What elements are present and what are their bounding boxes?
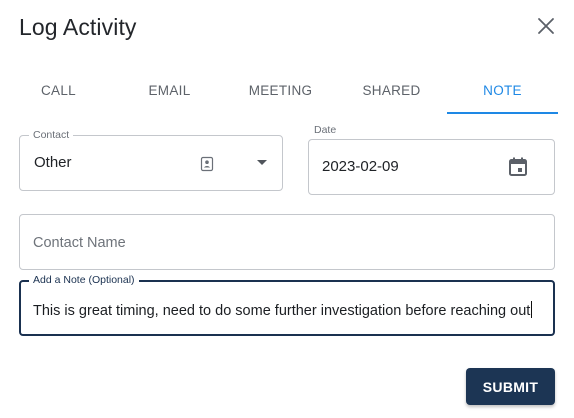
- close-button[interactable]: [533, 13, 559, 39]
- tab-call[interactable]: CALL: [3, 75, 114, 115]
- note-value: This is great timing, need to do some fu…: [33, 301, 533, 319]
- chevron-down-icon[interactable]: [257, 160, 267, 165]
- tab-meeting[interactable]: MEETING: [225, 75, 336, 115]
- contact-label: Contact: [29, 128, 74, 142]
- date-field[interactable]: 2023-02-09: [308, 139, 555, 195]
- tab-note[interactable]: NOTE: [447, 75, 558, 115]
- date-label: Date: [314, 124, 337, 136]
- note-text: This is great timing, need to do some fu…: [33, 303, 531, 319]
- activity-type-tabs: CALL EMAIL MEETING SHARED NOTE: [3, 75, 558, 115]
- close-icon: [538, 18, 554, 34]
- submit-button[interactable]: SUBMIT: [466, 368, 555, 405]
- note-label: Add a Note (Optional): [29, 273, 139, 287]
- contact-card-icon: [200, 156, 214, 172]
- date-value: 2023-02-09: [322, 158, 399, 175]
- log-activity-dialog: Log Activity CALL EMAIL MEETING SHARED N…: [0, 0, 574, 418]
- text-cursor: [531, 301, 533, 318]
- contact-name-placeholder: Contact Name: [33, 235, 126, 251]
- contact-select[interactable]: Contact Other: [19, 128, 283, 191]
- contact-value: Other: [34, 154, 72, 171]
- calendar-icon[interactable]: [507, 156, 529, 178]
- dialog-title: Log Activity: [19, 14, 137, 40]
- tab-email[interactable]: EMAIL: [114, 75, 225, 115]
- tab-shared[interactable]: SHARED: [336, 75, 447, 115]
- note-input[interactable]: Add a Note (Optional) This is great timi…: [19, 273, 555, 336]
- contact-name-input[interactable]: Contact Name: [19, 214, 555, 270]
